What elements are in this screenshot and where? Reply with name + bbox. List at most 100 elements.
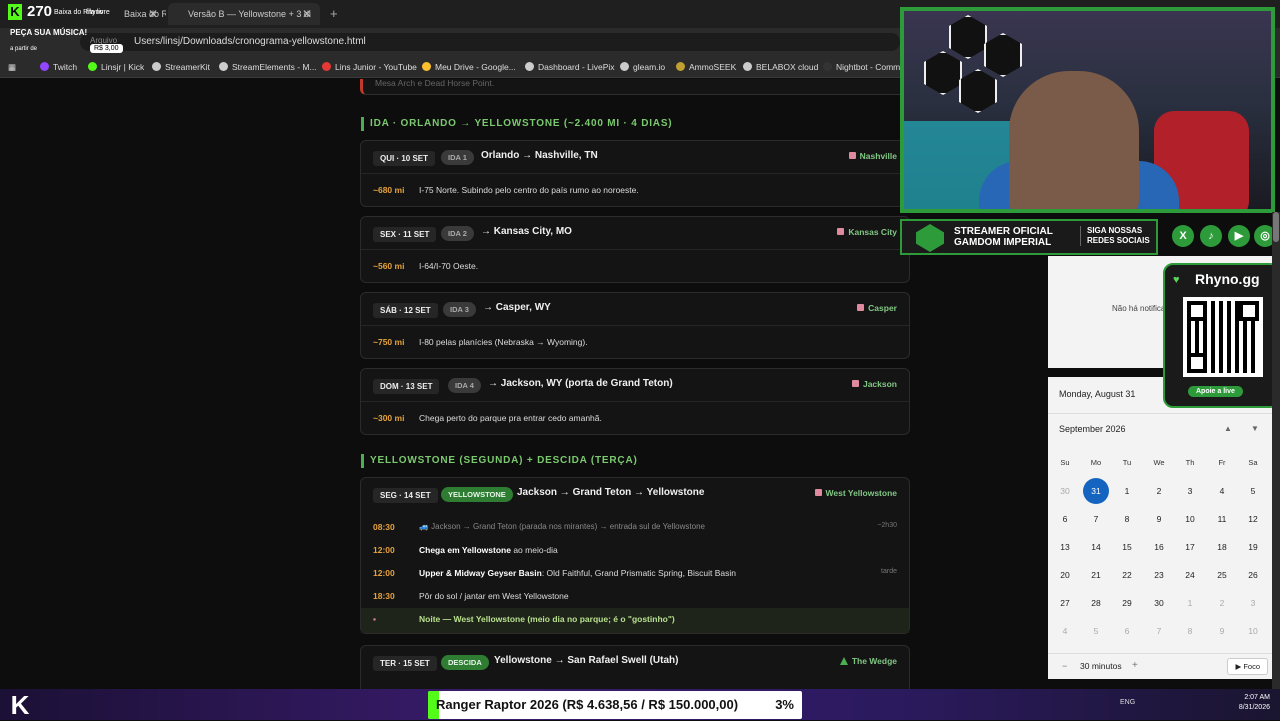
calendar-day[interactable]: 4 — [1050, 619, 1080, 643]
calendar-day[interactable]: 30 — [1144, 591, 1174, 615]
scrollbar[interactable] — [1272, 212, 1280, 689]
calendar-day[interactable]: 30 — [1050, 479, 1080, 503]
bookmark-streamelements[interactable]: StreamElements - M... — [219, 62, 317, 72]
language-indicator[interactable]: ENG — [1120, 699, 1135, 706]
close-icon[interactable]: ✕ — [302, 7, 312, 21]
calendar-day[interactable]: 25 — [1207, 563, 1237, 587]
page-content: Mesa Arch e Dead Horse Point. IDA · ORLA… — [0, 79, 1048, 689]
bookmark-streamerkit[interactable]: StreamerKit — [152, 62, 210, 72]
calendar-day[interactable]: 12 — [1238, 507, 1268, 531]
from-label: a partir de — [10, 46, 38, 52]
calendar-day[interactable]: 6 — [1050, 507, 1080, 531]
bookmark-nightbot[interactable]: Nightbot - Comm — [823, 62, 900, 72]
calendar-day[interactable]: 18 — [1207, 535, 1237, 559]
day-card-header[interactable]: TER · 15 SET DESCIDA Yellowstone → San R… — [361, 646, 909, 678]
calendar-day[interactable]: 1 — [1112, 479, 1142, 503]
address-bar[interactable]: Arquivo Users/linsj/Downloads/cronograma… — [80, 33, 900, 51]
calendar-today-header[interactable]: Monday, August 31 — [1059, 389, 1135, 399]
calendar-day[interactable]: 3 — [1175, 479, 1205, 503]
calendar-day[interactable]: 9 — [1144, 507, 1174, 531]
calendar-day[interactable]: 17 — [1175, 535, 1205, 559]
row-note: tarde — [881, 568, 897, 575]
calendar-day[interactable]: 23 — [1144, 563, 1174, 587]
calendar-day[interactable]: 9 — [1207, 619, 1237, 643]
taskbar-clock[interactable]: 2:07 AM 8/31/2026 — [1239, 693, 1270, 713]
bookmark-twitch[interactable]: Twitch — [40, 62, 77, 72]
day-tag: IDA 3 — [443, 302, 476, 317]
day-card-header[interactable]: SÁB · 12 SET IDA 3 → Casper, WY Casper — [361, 293, 909, 325]
calendar-day-today[interactable]: 31 — [1081, 478, 1111, 504]
calendar-day[interactable]: 24 — [1175, 563, 1205, 587]
youtube-icon: ▶ — [1228, 225, 1250, 247]
calendar-day[interactable]: 2 — [1144, 479, 1174, 503]
plus-icon[interactable]: + — [1132, 660, 1138, 671]
calendar-day[interactable]: 7 — [1081, 507, 1111, 531]
calendar-day[interactable]: 26 — [1238, 563, 1268, 587]
apps-icon[interactable]: ▦ — [8, 62, 16, 73]
bookmark-drive[interactable]: Meu Drive - Google... — [422, 62, 516, 72]
day-date: SÁB · 12 SET — [373, 303, 438, 318]
row-desc: Pôr do sol / jantar em West Yellowstone — [419, 591, 569, 601]
bookmark-belabox[interactable]: BELABOX cloud — [743, 62, 818, 72]
day-miles: ~750 mi — [373, 337, 405, 347]
calendar-day[interactable]: 4 — [1207, 479, 1237, 503]
calendar-day[interactable]: 11 — [1207, 507, 1237, 531]
weekday-label: Su — [1060, 458, 1070, 467]
calendar-day[interactable]: 10 — [1238, 619, 1268, 643]
bookmark-kick[interactable]: Linsjr | Kick — [88, 62, 144, 72]
day-card-header[interactable]: DOM · 13 SET IDA 4 → Jackson, WY (porta … — [361, 369, 909, 401]
calendar-day[interactable]: 10 — [1175, 507, 1205, 531]
calendar-day[interactable]: 29 — [1112, 591, 1142, 615]
calendar-day[interactable]: 5 — [1238, 479, 1268, 503]
calendar-day[interactable]: 5 — [1081, 619, 1111, 643]
bookmark-gleam[interactable]: gleam.io — [620, 62, 665, 72]
divider — [361, 173, 909, 174]
weekday-label: Th — [1185, 458, 1195, 467]
calendar-day[interactable]: 21 — [1081, 563, 1111, 587]
day-tag: IDA 2 — [441, 226, 474, 241]
calendar-day[interactable]: 14 — [1081, 535, 1111, 559]
focus-button[interactable]: ▶ Foco — [1227, 658, 1268, 675]
day-title: Jackson → Grand Teton → Yellowstone — [517, 487, 705, 498]
new-tab-icon[interactable]: + — [330, 6, 338, 21]
calendar-day[interactable]: 20 — [1050, 563, 1080, 587]
calendar-day[interactable]: 2 — [1207, 591, 1237, 615]
bookmark-ammoseek[interactable]: AmmoSEEK — [676, 62, 736, 72]
calendar-day[interactable]: 8 — [1175, 619, 1205, 643]
day-card-header[interactable]: QUI · 10 SET IDA 1 Orlando → Nashville, … — [361, 141, 909, 173]
calendar-day[interactable]: 27 — [1050, 591, 1080, 615]
hex-shelf — [949, 15, 987, 59]
day-card: SEX · 11 SET IDA 2 → Kansas City, MO Kan… — [360, 216, 910, 283]
scrollbar-thumb[interactable] — [1273, 212, 1279, 242]
minus-icon[interactable]: − — [1062, 661, 1067, 671]
tab-yellowstone[interactable]: Versão B — Yellowstone + 3 di ✕ — [168, 3, 320, 25]
day-location: Jackson — [851, 379, 897, 389]
day-card-header[interactable]: SEX · 11 SET IDA 2 → Kansas City, MO Kan… — [361, 217, 909, 249]
calendar-day[interactable]: 7 — [1144, 619, 1174, 643]
chevron-down-icon[interactable]: ▼ — [1251, 424, 1259, 433]
chevron-up-icon[interactable]: ▲ — [1224, 424, 1232, 433]
day-card-header[interactable]: SEG · 14 SET YELLOWSTONE Jackson → Grand… — [361, 478, 909, 510]
divider — [1048, 413, 1280, 414]
calendar-day[interactable]: 13 — [1050, 535, 1080, 559]
row-desc: 🚙 Jackson → Grand Teton (parada nos mira… — [419, 522, 705, 531]
calendar-month[interactable]: September 2026 — [1059, 424, 1126, 434]
bookmark-livepix[interactable]: Dashboard - LivePix — [525, 62, 615, 72]
calendar-day[interactable]: 1 — [1175, 591, 1205, 615]
calendar-day[interactable]: 22 — [1112, 563, 1142, 587]
calendar-day[interactable]: 8 — [1112, 507, 1142, 531]
day-date: SEG · 14 SET — [373, 488, 438, 503]
day-tag: IDA 1 — [441, 150, 474, 165]
day-title: → Kansas City, MO — [481, 226, 572, 237]
calendar-day[interactable]: 19 — [1238, 535, 1268, 559]
calendar-day[interactable]: 16 — [1144, 535, 1174, 559]
calendar-day[interactable]: 6 — [1112, 619, 1142, 643]
calendar-day[interactable]: 15 — [1112, 535, 1142, 559]
hotel-icon: ▪ — [373, 614, 377, 624]
bookmark-youtube[interactable]: Lins Junior - YouTube — [322, 62, 417, 72]
calendar-day[interactable]: 28 — [1081, 591, 1111, 615]
day-location: Nashville — [848, 151, 897, 161]
rhyno-qr-card: ♥ Rhyno.gg Apoie a live — [1163, 263, 1280, 408]
calendar-day[interactable]: 3 — [1238, 591, 1268, 615]
day-card-yellowstone: SEG · 14 SET YELLOWSTONE Jackson → Grand… — [360, 477, 910, 634]
